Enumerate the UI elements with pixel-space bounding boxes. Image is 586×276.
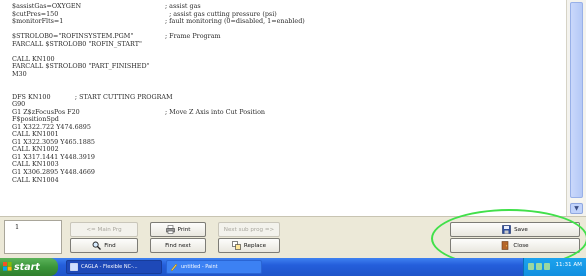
- code-line: CALL KN1004: [12, 175, 564, 185]
- printer-icon: [165, 225, 175, 234]
- code-command: FARCALL $STROLOB0 "ROFIN_START": [12, 39, 142, 48]
- code-lines: $assistGas=OXYGEN; assist gas $cutPres=15…: [12, 2, 564, 185]
- code-editor[interactable]: $assistGas=OXYGEN; assist gas $cutPres=15…: [0, 0, 566, 216]
- close-button[interactable]: Close: [450, 238, 580, 253]
- replace-icon: [232, 241, 241, 250]
- tray-icons: [528, 263, 550, 271]
- next-sub-prog-button[interactable]: Next sub prog =>: [218, 222, 280, 237]
- code-line: FARCALL $STROLOB0 "ROFIN_START": [12, 39, 564, 49]
- replace-button[interactable]: Replace: [218, 238, 280, 253]
- line-number: 1: [15, 223, 20, 231]
- vertical-scrollbar[interactable]: ▼: [566, 0, 586, 216]
- code-command: DFS KN100 ; START CUTTING PROGRAM: [12, 92, 173, 101]
- code-command: M30: [12, 69, 27, 78]
- windows-logo-icon: [3, 262, 12, 271]
- magnifier-icon: [92, 241, 102, 250]
- print-button[interactable]: Print: [150, 222, 206, 237]
- system-tray: 11:31 AM: [523, 258, 586, 276]
- taskbar: start CAGLA - Flexible NC-... untitled -…: [0, 258, 586, 276]
- code-command: $monitorFlts=1: [12, 17, 64, 26]
- next-sub-prog-label: Next sub prog =>: [223, 226, 275, 233]
- line-number-box: 1: [4, 220, 62, 254]
- start-label: start: [14, 261, 40, 273]
- clock: 11:31 AM: [555, 262, 582, 268]
- code-line: FARCALL $STROLOB0 "PART_FINISHED": [12, 63, 564, 71]
- code-line: G90: [12, 101, 564, 109]
- save-icon: [502, 225, 511, 234]
- save-button[interactable]: Save: [450, 222, 580, 237]
- code-line: G1 X306.2895 Y448.4669: [12, 168, 564, 177]
- app-icon: [70, 263, 78, 271]
- start-button[interactable]: start: [0, 258, 58, 276]
- code-line: $monitorFlts=1 ; fault monitoring (0=disa…: [12, 18, 564, 26]
- save-label: Save: [514, 226, 528, 233]
- close-door-icon: [501, 241, 510, 250]
- find-label: Find: [104, 242, 116, 249]
- taskbar-item-label: CAGLA - Flexible NC-...: [81, 264, 138, 270]
- code-line: DFS KN100 ; START CUTTING PROGRAM: [12, 92, 564, 102]
- code-command: CALL KN1004: [12, 175, 59, 184]
- taskbar-item-cagla[interactable]: CAGLA - Flexible NC-...: [66, 260, 162, 274]
- scroll-thumb[interactable]: [570, 2, 583, 198]
- code-comment: ; Frame Program: [165, 32, 221, 41]
- code-line: M30: [12, 69, 564, 79]
- find-button[interactable]: Find: [70, 238, 138, 253]
- print-label: Print: [177, 226, 191, 233]
- main-prg-button[interactable]: <= Main Prg: [70, 222, 138, 237]
- tray-icon[interactable]: [544, 263, 550, 270]
- replace-label: Replace: [243, 242, 267, 249]
- button-panel: 1 <= Main Prg Print Next sub prog => Fin…: [0, 216, 586, 259]
- tray-icon[interactable]: [536, 263, 542, 270]
- screen: $assistGas=OXYGEN; assist gas $cutPres=15…: [0, 0, 586, 276]
- main-prg-label: <= Main Prg: [86, 226, 122, 233]
- scroll-down-button[interactable]: ▼: [570, 203, 583, 214]
- find-next-button[interactable]: Find next: [150, 238, 206, 253]
- code-line: G1 Z$zFocusPos F20; Move Z Axis into Cut…: [12, 107, 564, 117]
- code-line: G1 X322.722 Y474.6895: [12, 123, 564, 132]
- code-line: G1 X322.3059 Y465.1885: [12, 138, 564, 147]
- code-line: $assistGas=OXYGEN; assist gas: [12, 2, 564, 11]
- code-line: G1 X317.1441 Y448.3919: [12, 153, 564, 162]
- taskbar-item-label: untitled - Paint: [181, 264, 218, 270]
- find-next-label: Find next: [165, 242, 191, 249]
- close-label: Close: [513, 242, 529, 249]
- code-line: F$positionSpd: [12, 116, 564, 124]
- paint-icon: [170, 263, 178, 272]
- tray-icon[interactable]: [528, 263, 534, 270]
- taskbar-item-paint[interactable]: untitled - Paint: [166, 260, 262, 274]
- code-command: FARCALL $STROLOB0 "PART_FINISHED": [12, 62, 150, 71]
- code-comment: ; fault monitoring (0=disabled, 1=enable…: [165, 17, 305, 26]
- code-comment: ; Move Z Axis into Cut Position: [165, 107, 266, 116]
